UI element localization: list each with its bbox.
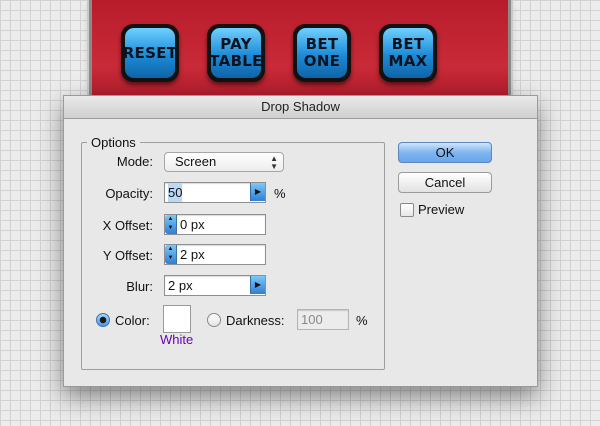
x-offset-value: 0 px <box>180 217 205 232</box>
preview-checkbox[interactable] <box>400 203 414 217</box>
opacity-slider-arrow-icon[interactable]: ▶ <box>250 183 265 201</box>
y-offset-stepper-icon[interactable]: ▲ ▼ <box>165 245 177 264</box>
x-offset-field[interactable]: ▲ ▼ 0 px <box>164 214 266 235</box>
darkness-label: Darkness: <box>226 313 285 328</box>
reset-button-face: RESET <box>122 28 178 78</box>
preview-label: Preview <box>418 202 465 217</box>
pay-table-button[interactable]: PAY TABLE <box>207 24 265 82</box>
x-offset-label: X Offset: <box>102 218 153 233</box>
pay-table-button-face: PAY TABLE <box>209 28 263 78</box>
blur-label: Blur: <box>126 279 153 294</box>
color-radio[interactable] <box>96 313 110 327</box>
darkness-unit: % <box>356 313 368 328</box>
blur-value: 2 px <box>168 278 193 293</box>
blur-field[interactable]: 2 px ▶ <box>164 275 266 296</box>
opacity-value: 50 <box>168 183 183 202</box>
options-group-title: Options <box>87 135 140 150</box>
y-offset-field[interactable]: ▲ ▼ 2 px <box>164 244 266 265</box>
ok-button[interactable]: OK <box>398 142 492 163</box>
bet-one-button-line1: BET <box>305 35 339 53</box>
dialog-title: Drop Shadow <box>64 96 537 119</box>
bet-max-button-line2: MAX <box>388 52 428 70</box>
bet-one-button-line2: ONE <box>303 52 341 70</box>
y-offset-label: Y Offset: <box>102 248 153 263</box>
bet-one-button[interactable]: BET ONE <box>293 24 351 82</box>
opacity-label: Opacity: <box>105 186 153 201</box>
mode-label: Mode: <box>116 154 153 169</box>
blur-slider-arrow-icon[interactable]: ▶ <box>250 276 265 294</box>
x-offset-stepper-icon[interactable]: ▲ ▼ <box>165 215 177 234</box>
mode-select-value: Screen <box>175 154 217 169</box>
darkness-field[interactable]: 100 <box>297 309 349 330</box>
select-arrows-icon: ▲ ▼ <box>270 154 278 171</box>
color-swatch-name: White <box>160 332 194 347</box>
darkness-value: 100 <box>301 312 323 327</box>
pay-table-button-line2: TABLE <box>209 52 263 70</box>
bet-max-button-line1: BET <box>391 35 425 53</box>
color-swatch[interactable] <box>163 305 191 333</box>
cancel-button[interactable]: Cancel <box>398 172 492 193</box>
bet-max-button-face: BET MAX <box>383 28 433 78</box>
reset-button[interactable]: RESET <box>121 24 179 82</box>
bet-max-button[interactable]: BET MAX <box>379 24 437 82</box>
opacity-unit: % <box>274 186 286 201</box>
opacity-field[interactable]: 50 ▶ <box>164 182 266 203</box>
darkness-radio[interactable] <box>207 313 221 327</box>
reset-button-label: RESET <box>122 43 178 62</box>
y-offset-value: 2 px <box>180 247 205 262</box>
pay-table-button-line1: PAY <box>220 35 252 53</box>
color-label: Color: <box>115 313 150 328</box>
bet-one-button-face: BET ONE <box>297 28 347 78</box>
mode-select[interactable]: Screen ▲ ▼ <box>164 152 284 172</box>
